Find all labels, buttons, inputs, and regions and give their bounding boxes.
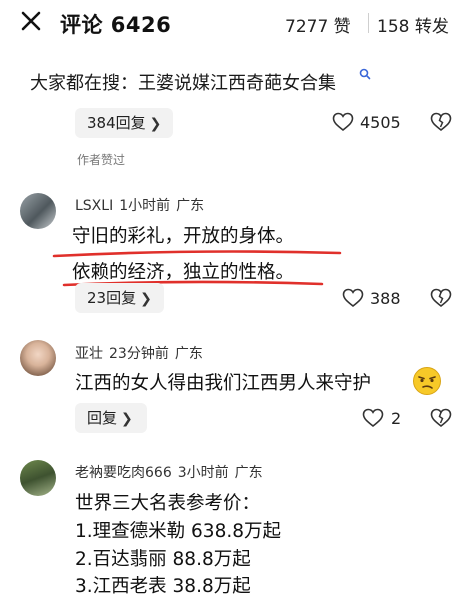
comment-text-line: 3.江西老表 38.8万起 bbox=[75, 576, 251, 597]
chevron-right-icon: ❯ bbox=[121, 411, 133, 427]
likes-total: 7277 赞 bbox=[285, 17, 351, 37]
avatar[interactable] bbox=[20, 193, 56, 229]
reply-count-label: 384回复 bbox=[87, 114, 146, 132]
reply-button[interactable]: 回复 ❯ bbox=[75, 403, 147, 433]
comment-location: 广东 bbox=[174, 346, 203, 362]
heart-icon[interactable] bbox=[342, 288, 364, 308]
like-count: 4505 bbox=[360, 113, 401, 132]
comment-location: 广东 bbox=[234, 465, 263, 481]
close-icon[interactable] bbox=[18, 8, 44, 34]
username[interactable]: 老衲要吃肉666 bbox=[75, 465, 172, 481]
comment-text-line: 世界三大名表参考价： bbox=[75, 493, 261, 514]
comment-text-line: 1.理查德米勒 638.8万起 bbox=[75, 521, 281, 542]
comment-text-line: 2.百达翡丽 88.8万起 bbox=[75, 549, 251, 570]
reply-count-button[interactable]: 23回复 ❯ bbox=[75, 283, 164, 313]
avatar[interactable] bbox=[20, 460, 56, 496]
reply-label: 回复 bbox=[87, 409, 118, 427]
comment-meta: LSXLI 1小时前 广东 bbox=[75, 195, 210, 215]
dislike-icon[interactable] bbox=[430, 408, 452, 428]
search-query[interactable]: 王婆说媒江西奇葩女合集 bbox=[138, 73, 336, 94]
comment-location: 广东 bbox=[176, 198, 205, 214]
search-icon[interactable] bbox=[359, 68, 371, 80]
reply-count-button[interactable]: 384回复 ❯ bbox=[75, 108, 174, 138]
chevron-right-icon: ❯ bbox=[149, 116, 162, 132]
comment-time: 3小时前 bbox=[177, 465, 229, 481]
username[interactable]: 亚壮 bbox=[75, 346, 103, 362]
comment-meta: 亚壮 23分钟前 广东 bbox=[75, 343, 209, 363]
comment-meta: 老衲要吃肉666 3小时前 广东 bbox=[75, 462, 269, 482]
smirk-emoji-icon bbox=[413, 367, 441, 395]
comment-time: 23分钟前 bbox=[109, 346, 169, 362]
reposts-total[interactable]: 158 转发 bbox=[377, 12, 449, 37]
like-count: 388 bbox=[370, 289, 401, 308]
comment-text-line: 守旧的彩礼，开放的身体。 bbox=[72, 226, 295, 247]
heart-icon[interactable] bbox=[362, 408, 384, 428]
reply-count-label: 23回复 bbox=[87, 289, 137, 307]
page-title: 评论 6426 bbox=[60, 13, 172, 37]
dislike-icon[interactable] bbox=[430, 288, 452, 308]
chevron-right-icon: ❯ bbox=[140, 291, 152, 307]
heart-icon[interactable] bbox=[332, 112, 354, 132]
search-suggestion[interactable]: 大家都在搜：王婆说媒江西奇葩女合集 bbox=[30, 69, 336, 95]
comment-time: 1小时前 bbox=[119, 198, 171, 214]
dislike-icon[interactable] bbox=[430, 112, 452, 132]
header-divider bbox=[368, 13, 369, 33]
comment-text-line: 江西的女人得由我们江西男人来守护 bbox=[75, 373, 372, 394]
like-count: 2 bbox=[391, 409, 402, 428]
avatar[interactable] bbox=[20, 340, 56, 376]
search-prefix: 大家都在搜： bbox=[30, 73, 138, 94]
author-liked-badge: 作者赞过 bbox=[77, 153, 126, 167]
username[interactable]: LSXLI bbox=[75, 198, 113, 214]
